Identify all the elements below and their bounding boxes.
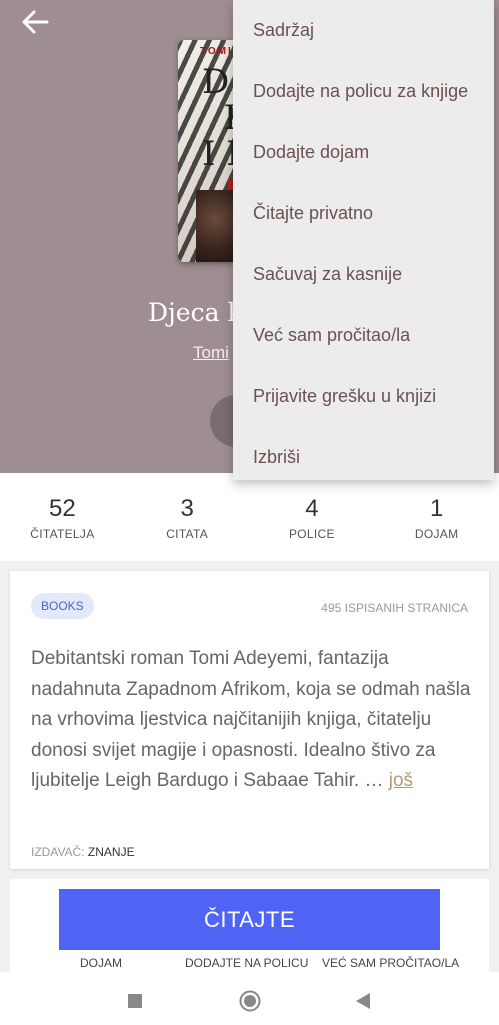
book-description: Debitantski roman Tomi Adeyemi, fantazij… [31,644,477,797]
menu-item-add-to-shelf[interactable]: Dodajte na policu za knjige [233,61,494,122]
menu-item-report-error[interactable]: Prijavite grešku u knjizi [233,366,494,427]
arrow-left-icon[interactable] [20,8,50,36]
stat-readers[interactable]: 52 ČITATELJA [0,473,125,561]
menu-item-add-impression[interactable]: Dodajte dojam [233,122,494,183]
stat-value: 4 [305,495,319,522]
read-button[interactable]: ČITAJTE [59,889,440,950]
menu-item-already-read[interactable]: Već sam pročitao/la [233,305,494,366]
system-nav-bar [0,972,499,1025]
publisher-label: IZDAVAČ: [31,845,85,859]
menu-item-read-privately[interactable]: Čitajte privatno [233,183,494,244]
stat-label: ČITATELJA [30,527,95,541]
back-triangle-icon[interactable] [355,992,371,1010]
publisher-name[interactable]: ZNANJE [88,845,135,859]
stat-value: 1 [429,495,444,522]
already-read-action[interactable]: VEĆ SAM PROČITAO/LA [322,956,459,970]
category-badge[interactable]: BOOKS [31,593,94,619]
book-title: Djeca k [148,298,243,327]
impression-action[interactable]: DOJAM [80,956,122,970]
menu-item-contents[interactable]: Sadržaj [233,0,494,61]
cover-author: TOMI [200,46,233,57]
stat-value: 3 [180,495,194,522]
recents-icon[interactable] [128,994,142,1008]
page-count: 495 ISPISANIH STRANICA [321,601,468,615]
overflow-menu: Sadržaj Dodajte na policu za knjige Doda… [233,0,494,480]
stat-label: CITATA [166,527,209,541]
add-to-shelf-action[interactable]: DODAJTE NA POLICU [185,956,308,970]
stat-quotes[interactable]: 3 CITATA [125,473,250,561]
book-details-card: BOOKS 495 ISPISANIH STRANICA Debitantski… [10,571,489,869]
more-link[interactable]: još [389,770,413,791]
menu-item-delete[interactable]: Izbriši [233,427,494,488]
stat-label: DOJAM [414,527,459,541]
stat-value: 52 [49,495,76,522]
home-icon[interactable] [239,990,261,1012]
book-author-link[interactable]: Tomi [193,343,229,363]
publisher: IZDAVAČ: ZNANJE [31,845,135,859]
stat-label: POLICE [288,527,335,541]
action-card: ČITAJTE DOJAM DODAJTE NA POLICU VEĆ SAM … [10,879,489,975]
menu-item-save-for-later[interactable]: Sačuvaj za kasnije [233,244,494,305]
